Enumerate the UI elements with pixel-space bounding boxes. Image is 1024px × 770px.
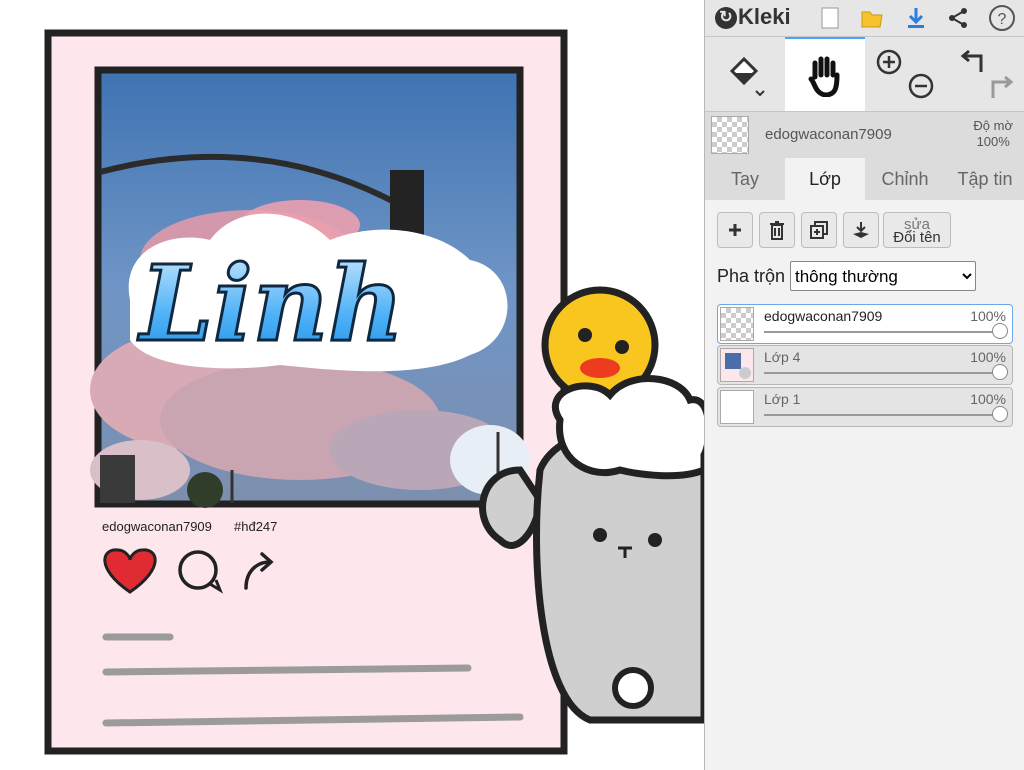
duplicate-icon: [810, 221, 828, 239]
paint-bucket-icon: [729, 56, 765, 97]
hand-icon: [808, 56, 840, 97]
delete-layer-button[interactable]: [759, 212, 795, 248]
layer-thumbnail: [720, 390, 754, 424]
layer-name: Lớp 4: [764, 349, 801, 365]
help-icon[interactable]: ?: [987, 3, 1017, 33]
tool-row: [705, 37, 1024, 112]
plus-icon: [729, 224, 741, 236]
redo-icon: [991, 75, 1014, 98]
trash-icon: [770, 221, 784, 240]
layer-opacity: 100%: [970, 391, 1006, 407]
open-folder-icon[interactable]: [857, 3, 887, 33]
zoom-in-icon: [876, 49, 902, 75]
layer-name: Lớp 1: [764, 391, 801, 407]
layer-opacity: 100%: [970, 308, 1006, 324]
merge-down-icon: [853, 222, 869, 238]
layer-opacity: 100%: [970, 349, 1006, 365]
opacity-slider-track[interactable]: [764, 331, 1000, 333]
download-icon[interactable]: [901, 3, 931, 33]
panel-tabs: Tay Lớp Chỉnh Tập tin: [705, 158, 1024, 201]
opacity-readout: Độ mờ 100%: [973, 118, 1013, 149]
layer-row[interactable]: edogwaconan7909 100%: [717, 304, 1013, 344]
rename-layer-button[interactable]: sửa Đổi tên: [883, 212, 951, 248]
opacity-slider-track[interactable]: [764, 372, 1000, 374]
artwork-title-text: Linh: [137, 242, 404, 365]
layer-thumbnail: [720, 307, 754, 341]
tab-brush[interactable]: Tay: [705, 158, 785, 200]
tab-edit[interactable]: Chỉnh: [865, 158, 945, 200]
drawing-canvas[interactable]: Linh edogwaconan7909 #hđ247: [0, 0, 704, 770]
caption-tag: #hđ247: [234, 519, 277, 534]
zoom-out-icon: [908, 73, 934, 99]
layer-row[interactable]: Lớp 1 100%: [717, 387, 1013, 427]
opacity-slider-knob[interactable]: [992, 364, 1008, 380]
current-layer-name: edogwaconan7909: [765, 126, 892, 143]
blend-mode-label: Pha trộn: [717, 266, 786, 286]
hand-tool-button[interactable]: [785, 37, 865, 111]
layer-row[interactable]: Lớp 4 100%: [717, 345, 1013, 385]
layer-thumbnail: [720, 348, 754, 382]
blend-mode-select[interactable]: thông thường: [790, 261, 976, 291]
opacity-slider-knob[interactable]: [992, 406, 1008, 422]
opacity-slider-track[interactable]: [764, 414, 1000, 416]
add-layer-button[interactable]: [717, 212, 753, 248]
current-layer-thumbnail: [711, 116, 749, 154]
new-file-icon[interactable]: [815, 3, 845, 33]
artwork: Linh edogwaconan7909 #hđ247: [44, 29, 704, 755]
fill-tool-button[interactable]: [705, 37, 785, 111]
duplicate-layer-button[interactable]: [801, 212, 837, 248]
undo-icon: [960, 49, 983, 72]
layers-panel: sửa Đổi tên Pha trộn thông thường edogwa…: [705, 200, 1024, 770]
merge-down-button[interactable]: [843, 212, 879, 248]
tab-layers[interactable]: Lớp: [785, 158, 865, 200]
tab-file[interactable]: Tập tin: [945, 158, 1024, 200]
top-toolbar: ↻ Kleki ?: [705, 0, 1024, 37]
opacity-slider-knob[interactable]: [992, 323, 1008, 339]
share-icon[interactable]: [943, 3, 973, 33]
kleki-logo: ↻ Kleki: [715, 4, 791, 30]
zoom-buttons: [871, 37, 941, 111]
caption-user: edogwaconan7909: [102, 519, 212, 534]
layer-name: edogwaconan7909: [764, 308, 883, 324]
svg-text:?: ?: [998, 11, 1007, 28]
undo-redo-buttons: [951, 37, 1021, 111]
current-layer-info: edogwaconan7909 Độ mờ 100%: [705, 112, 1024, 158]
side-panel: ↻ Kleki ? edogwaconan7909 Độ mờ 100% Tay…: [704, 0, 1024, 770]
